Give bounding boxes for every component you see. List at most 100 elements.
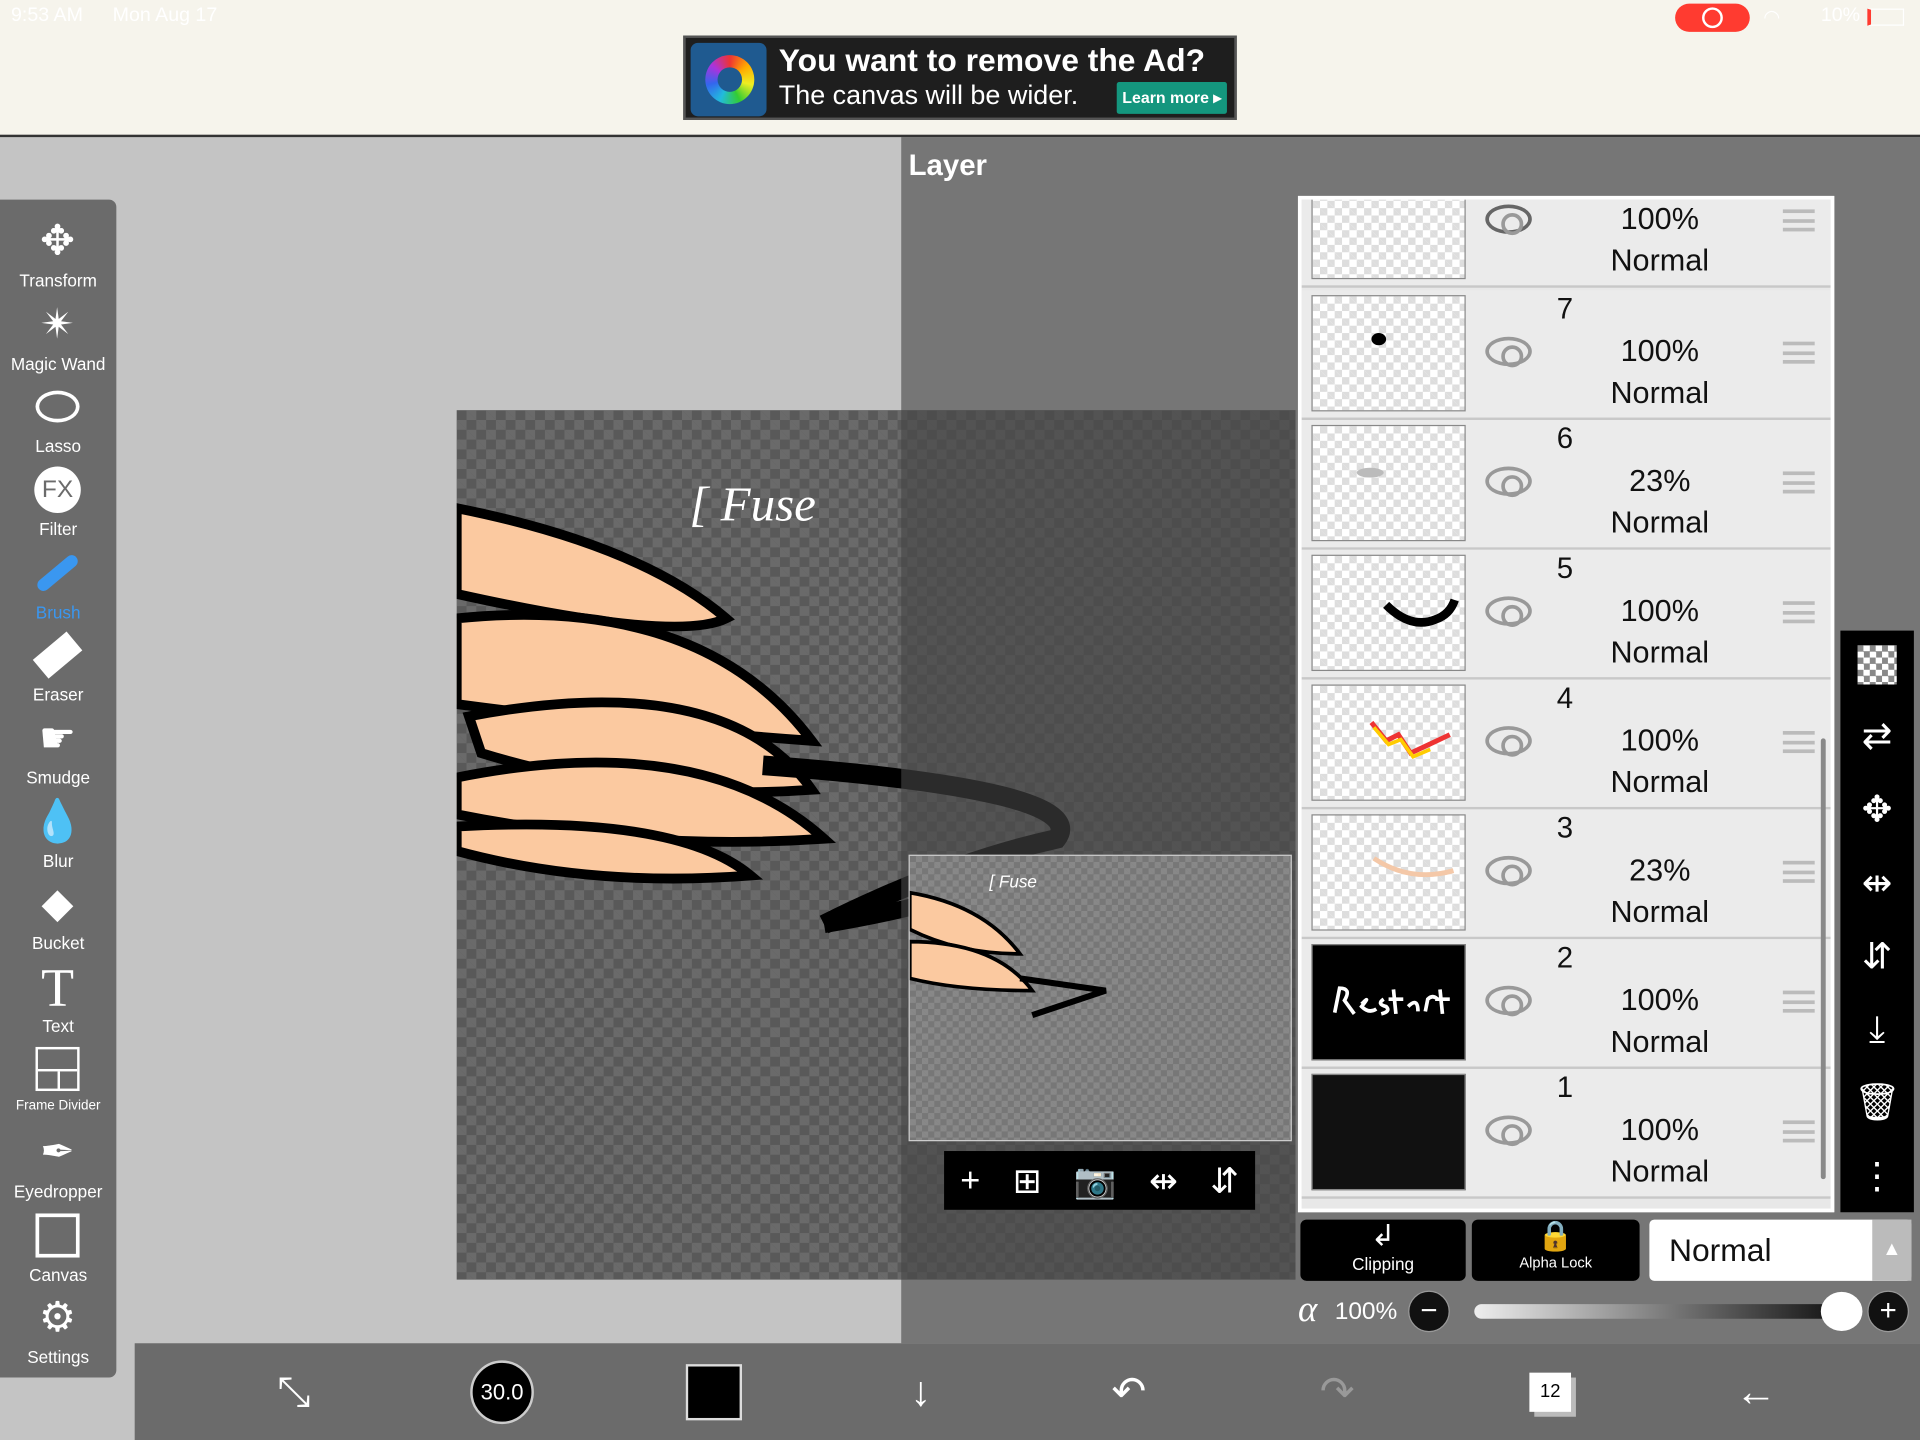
layer-row[interactable]: 5 100% Normal — [1301, 549, 1831, 680]
back-arrow-icon[interactable]: ← — [1722, 1358, 1791, 1427]
layer-row[interactable]: 7 100% Normal — [1301, 290, 1831, 421]
eye-icon[interactable] — [1485, 596, 1532, 627]
flip-horizontal-icon[interactable]: ⇹ — [1862, 862, 1893, 905]
eye-icon[interactable] — [1485, 466, 1532, 498]
tool-bucket[interactable]: ◆ Bucket — [0, 879, 116, 960]
screen-record-indicator[interactable] — [1675, 3, 1750, 32]
alpha-lock-button[interactable]: 🔒 Alpha Lock — [1471, 1219, 1640, 1281]
drag-handle-icon[interactable] — [1782, 341, 1815, 364]
eye-icon[interactable] — [1485, 1115, 1532, 1147]
layer-row[interactable]: 1 100% Normal — [1301, 1068, 1831, 1199]
opacity-slider[interactable] — [1474, 1304, 1842, 1319]
flip-vertical-icon[interactable]: ⇵ — [1210, 1160, 1239, 1200]
layer-thumbnail — [1311, 684, 1466, 801]
drag-handle-icon[interactable] — [1782, 601, 1815, 624]
eye-icon[interactable] — [1485, 985, 1532, 1017]
tool-blur[interactable]: 💧 Blur — [0, 797, 116, 878]
drag-handle-icon[interactable] — [1782, 860, 1815, 883]
ad-headline: You want to remove the Ad? — [778, 41, 1206, 79]
ad-banner[interactable]: You want to remove the Ad? The canvas wi… — [683, 35, 1237, 121]
layer-mode: Normal — [1610, 375, 1710, 411]
eye-icon[interactable] — [1485, 336, 1532, 368]
alpha-lock-label: Alpha Lock — [1519, 1253, 1593, 1272]
layer-row[interactable]: 3 23% Normal — [1301, 809, 1831, 940]
layer-list[interactable]: 100% Normal 7 100% Normal 6 23% Normal 5 100% N… — [1297, 195, 1835, 1213]
gear-icon: ⚙ — [38, 1294, 77, 1341]
clipping-button[interactable]: ↲ Clipping — [1300, 1219, 1466, 1281]
drag-handle-icon[interactable] — [1782, 1120, 1815, 1143]
merge-down-icon[interactable]: ⤓ — [1869, 1009, 1885, 1051]
brush-size-button[interactable]: 30.0 — [470, 1360, 534, 1425]
layer-thumbnail — [1311, 1073, 1466, 1191]
layer-thumbnail — [1311, 944, 1466, 1061]
opacity-slider-thumb[interactable] — [1820, 1291, 1863, 1332]
trash-icon[interactable]: 🗑 — [1854, 1081, 1901, 1124]
move-layer-icon[interactable]: ✥ — [1862, 789, 1893, 832]
layer-row[interactable]: 2 100% Normal — [1301, 939, 1831, 1069]
record-icon — [1702, 7, 1723, 29]
opacity-increase-button[interactable]: + — [1867, 1290, 1909, 1333]
drag-handle-icon[interactable] — [1782, 471, 1815, 494]
tool-label: Canvas — [29, 1264, 88, 1285]
learn-more-button[interactable]: Learn more ▸ — [1116, 82, 1227, 114]
layer-number: 7 — [1556, 292, 1574, 326]
quick-tools-icon[interactable]: ⤡ — [260, 1358, 329, 1427]
opacity-decrease-button[interactable]: − — [1408, 1290, 1450, 1333]
tool-brush[interactable]: Brush — [0, 549, 116, 630]
layer-mode: Normal — [1610, 1024, 1710, 1060]
tool-transform[interactable]: ✥ Transform — [0, 217, 116, 298]
undo-icon[interactable]: ↶ — [1095, 1358, 1164, 1427]
add-layer-icon[interactable]: + — [960, 1161, 980, 1200]
fx-icon: FX — [33, 465, 82, 514]
layer-mode: Normal — [1610, 1154, 1710, 1189]
flip-horizontal-icon[interactable]: ⇹ — [1149, 1160, 1178, 1200]
tool-label: Bucket — [31, 933, 85, 953]
drag-handle-icon[interactable] — [1782, 731, 1815, 754]
flip-vertical-icon[interactable]: ⇵ — [1862, 935, 1893, 978]
tool-lasso[interactable]: Lasso — [0, 382, 116, 463]
triangle-up-icon: ▲ — [1872, 1219, 1912, 1281]
layer-count: 12 — [1529, 1372, 1572, 1412]
arrow-down-icon[interactable]: ↓ — [887, 1358, 956, 1427]
tool-settings[interactable]: ⚙ Settings — [0, 1293, 116, 1374]
layer-panel-title: Layer — [908, 149, 987, 183]
reference-swap-icon[interactable]: ⇄ — [1862, 715, 1893, 758]
blend-mode-select[interactable]: Normal ▲ — [1649, 1219, 1912, 1281]
status-time: 9:53 AM — [11, 4, 83, 26]
eye-icon[interactable] — [1485, 204, 1532, 236]
layer-row[interactable]: 4 100% Normal — [1301, 679, 1831, 810]
layer-opacity: 100% — [1620, 202, 1699, 237]
drag-handle-icon[interactable] — [1782, 990, 1815, 1013]
tool-filter[interactable]: FX Filter — [0, 465, 116, 546]
blend-mode-value: Normal — [1668, 1231, 1772, 1269]
camera-icon[interactable]: 📷 — [1074, 1160, 1117, 1200]
transparency-checker-icon[interactable] — [1857, 645, 1897, 686]
redo-icon[interactable]: ↷ — [1303, 1358, 1372, 1427]
tool-smudge[interactable]: ☛ Smudge — [0, 714, 116, 795]
lasso-icon — [33, 382, 82, 431]
battery-icon — [1867, 8, 1905, 26]
layer-row[interactable]: 6 23% Normal — [1301, 420, 1831, 550]
smudge-icon: ☛ — [38, 715, 77, 762]
wifi-icon: ◠ — [1763, 7, 1781, 29]
more-options-icon[interactable]: ⋮ — [1859, 1154, 1896, 1197]
color-swatch[interactable] — [685, 1364, 743, 1421]
eye-icon[interactable] — [1485, 726, 1532, 757]
add-layer-copy-icon[interactable]: ⊞ — [1013, 1160, 1042, 1200]
layers-button[interactable]: 12 — [1516, 1358, 1585, 1427]
droplet-icon: 💧 — [31, 798, 84, 845]
eye-icon[interactable] — [1485, 855, 1532, 887]
layer-thumbnail — [1311, 554, 1466, 672]
tool-label: Smudge — [26, 767, 91, 788]
tool-magic-wand[interactable]: ✴ Magic Wand — [0, 300, 116, 381]
layer-row[interactable]: 100% Normal — [1301, 199, 1831, 288]
tool-eyedropper[interactable]: ✒ Eyedropper — [0, 1128, 116, 1209]
bottom-toolbar: ⤡ 30.0 ↓ ↶ ↷ 12 ← — [134, 1343, 1920, 1440]
tool-frame-divider[interactable]: Frame Divider — [0, 1044, 116, 1125]
tool-label: Filter — [39, 519, 78, 539]
tool-canvas[interactable]: Canvas — [0, 1211, 116, 1292]
tool-eraser[interactable]: Eraser — [0, 631, 116, 712]
tool-text[interactable]: T Text — [0, 957, 116, 1043]
drag-handle-icon[interactable] — [1782, 209, 1815, 232]
layer-list-scrollbar[interactable] — [1820, 738, 1826, 1180]
